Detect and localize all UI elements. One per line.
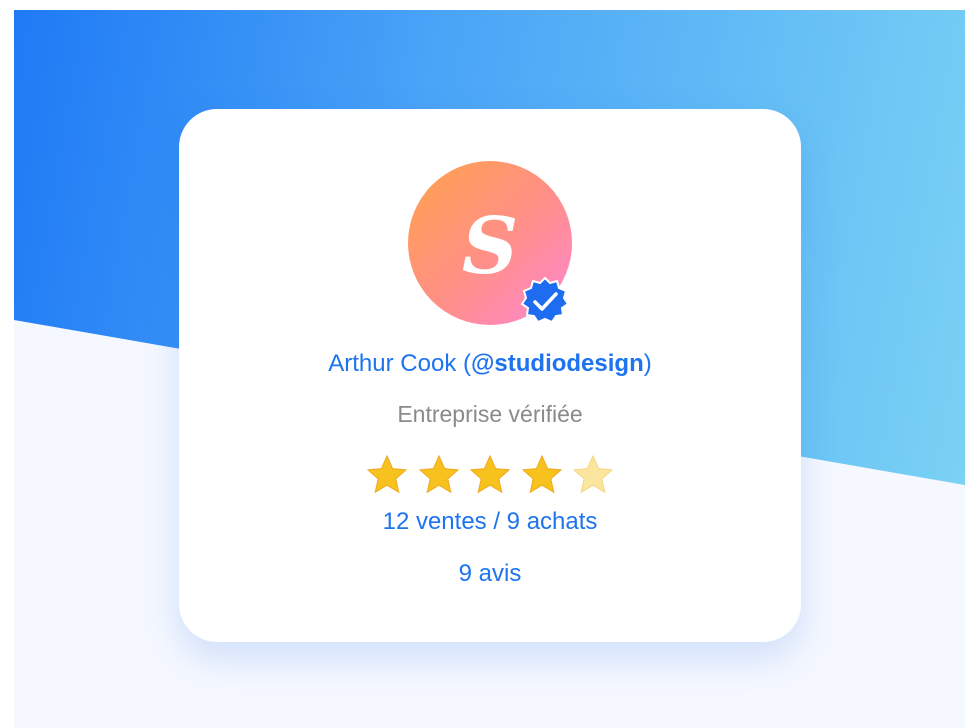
page-background: S Arthur Cook (@studiodesign) Entreprise… [14,10,965,728]
profile-card: S Arthur Cook (@studiodesign) Entreprise… [179,109,801,642]
star-icon [418,454,459,494]
svg-text:S: S [462,201,518,292]
profile-handle: @studiodesign [471,350,644,377]
star-rating [365,453,615,497]
handle-close: ) [643,350,652,377]
profile-name-text: Arthur Cook [328,350,457,377]
star-icon [366,454,408,494]
profile-name[interactable]: Arthur Cook (@studiodesign) [179,349,801,379]
sales-purchases-count[interactable]: 12 ventes / 9 achats [179,507,801,537]
verification-status: Entreprise vérifiée [397,401,583,427]
handle-open: ( [456,350,471,377]
star-icon-faded [572,454,614,494]
star-icon [521,454,562,494]
verified-badge-icon [520,276,570,324]
reviews-count[interactable]: 9 avis [179,559,801,589]
star-icon [469,454,511,494]
